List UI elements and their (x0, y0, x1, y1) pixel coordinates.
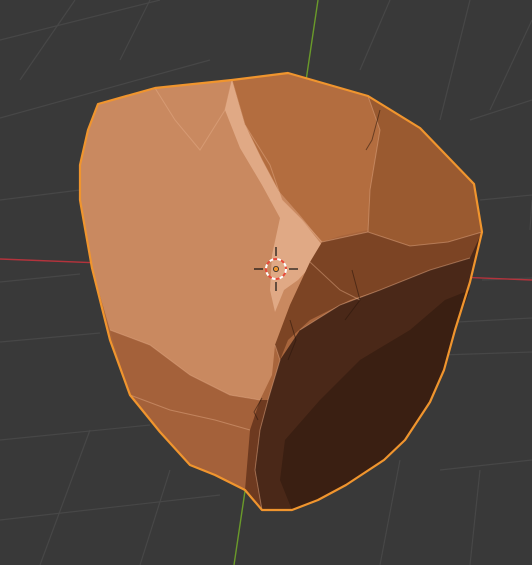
viewport-canvas[interactable] (0, 0, 532, 565)
object-origin-icon (272, 265, 279, 272)
3d-viewport[interactable] (0, 0, 532, 565)
